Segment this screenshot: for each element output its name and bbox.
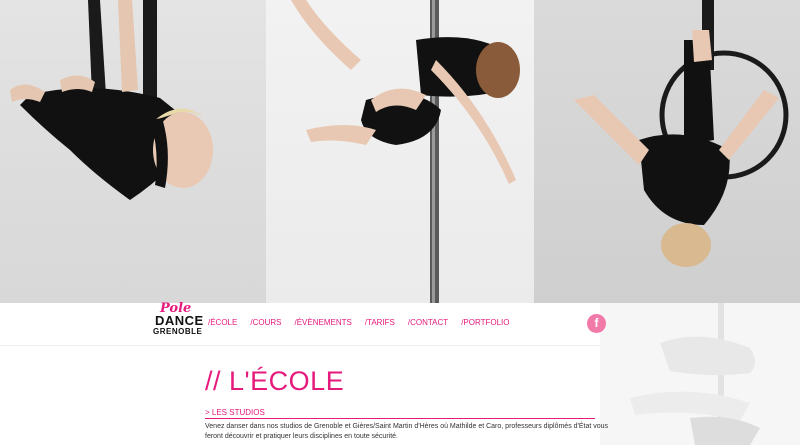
main-menu: /ÉCOLE /COURS /ÉVÈNEMENTS /TARIFS /CONTA… — [208, 318, 510, 327]
hero-photo-aerial-silks — [0, 0, 266, 303]
site-logo[interactable]: Pole DANCE GRENOBLE — [150, 301, 203, 343]
nav-item-contact[interactable]: /CONTACT — [408, 318, 448, 327]
studios-paragraph: Venez danser dans nos studios de Grenobl… — [205, 423, 609, 440]
nav-item-ecole[interactable]: /ÉCOLE — [208, 318, 237, 327]
page-title: // L'ÉCOLE — [205, 366, 345, 396]
section-heading-studios: > LES STUDIOS — [205, 408, 265, 417]
hero-photo-pole — [266, 0, 534, 303]
section-divider — [205, 418, 595, 419]
nav-item-tarifs[interactable]: /TARIFS — [365, 318, 395, 327]
logo-word-dance: DANCE — [155, 313, 204, 328]
nav-item-portfolio[interactable]: /PORTFOLIO — [461, 318, 509, 327]
hero-photo-aerial-hoop — [534, 0, 800, 303]
hero-banner — [0, 0, 800, 303]
facebook-icon[interactable]: f — [587, 314, 606, 333]
decorative-pole-photo — [600, 303, 800, 445]
nav-item-evenements[interactable]: /ÉVÈNEMENTS — [294, 318, 351, 327]
logo-word-grenoble: GRENOBLE — [153, 327, 203, 336]
nav-item-cours[interactable]: /COURS — [250, 318, 281, 327]
